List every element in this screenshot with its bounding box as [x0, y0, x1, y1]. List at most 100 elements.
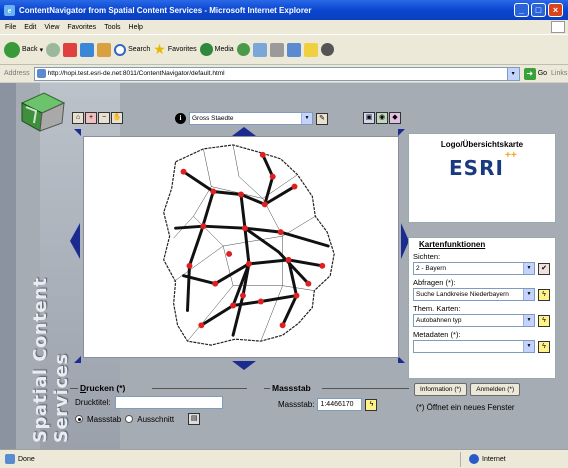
search-label: Search	[128, 46, 151, 53]
print-section: Drucken (*) Drucktitel: Massstab Ausschn…	[70, 383, 247, 425]
dropdown-icon: ▼	[523, 263, 534, 274]
stop-button[interactable]	[63, 42, 78, 57]
menu-edit[interactable]: Edit	[24, 24, 36, 31]
address-label: Address	[4, 70, 30, 77]
minimize-button[interactable]: _	[514, 3, 529, 17]
pan-southwest-arrow[interactable]	[74, 356, 81, 363]
map-view[interactable]	[83, 136, 399, 358]
massstab-radio[interactable]	[75, 415, 83, 423]
menu-file[interactable]: File	[5, 24, 16, 31]
go-label: Go	[537, 70, 548, 77]
star-icon: ★	[153, 41, 166, 57]
pan-north-arrow[interactable]	[232, 127, 256, 136]
dropdown-icon: ▼	[523, 341, 534, 352]
sichten-go-icon[interactable]: ✔	[538, 262, 550, 275]
history-button[interactable]	[236, 43, 250, 56]
go-arrow-icon: ➜	[523, 67, 536, 80]
metadaten-go-icon[interactable]: ϟ	[538, 340, 550, 353]
page-done-icon	[5, 454, 15, 464]
overview-panel: Logo/Übersichtskarte ESRI ++	[408, 133, 556, 223]
massstab-radio-label: Massstab	[87, 414, 122, 424]
info-icon[interactable]: i	[175, 113, 186, 124]
window-title: ContentNavigator from Spatial Content Se…	[19, 5, 312, 15]
close-button[interactable]: ×	[548, 3, 563, 17]
menu-help[interactable]: Help	[129, 24, 143, 31]
pan-south-arrow[interactable]	[232, 361, 256, 370]
refresh-button[interactable]	[80, 42, 95, 57]
esri-logo: ESRI	[449, 156, 504, 180]
back-arrow-icon	[4, 41, 20, 58]
links-label[interactable]: Links	[551, 70, 567, 77]
scale-go-icon[interactable]: ϟ	[365, 398, 378, 411]
pan-northeast-arrow[interactable]	[398, 129, 405, 136]
zoom-in-tool-icon[interactable]: +	[85, 112, 97, 124]
anmelden-button[interactable]: Anmelden (*)	[470, 383, 521, 396]
functions-title: Kartenfunktionen	[419, 240, 486, 249]
title-bar: e ContentNavigator from Spatial Content …	[0, 0, 568, 20]
scale-section: Massstab Massstab: 1:4466170 ϟ	[264, 383, 409, 413]
menu-favorites[interactable]: Favorites	[67, 24, 96, 31]
page-icon	[36, 69, 46, 78]
address-input[interactable]: http://hopi.test.esri-de.net:8011/Conten…	[33, 66, 520, 81]
home-button[interactable]	[97, 42, 112, 57]
full-extent-icon[interactable]: ▣	[363, 112, 375, 124]
search-button[interactable]: Search	[114, 43, 151, 56]
pan-tool-icon[interactable]: ⌂	[72, 112, 84, 124]
pan-southeast-arrow[interactable]	[398, 356, 405, 363]
printer-icon[interactable]: ▤	[188, 413, 201, 425]
print-button[interactable]	[269, 42, 284, 57]
karten-select[interactable]: Autobahnen typ ▼	[413, 314, 535, 327]
drucktitel-input[interactable]	[114, 396, 223, 409]
print-title-rest: rucken (*)	[86, 383, 126, 393]
ausschnitt-radio-label: Ausschnitt	[137, 414, 175, 424]
favorites-button[interactable]: ★ Favorites	[153, 41, 196, 58]
media-button[interactable]: Media	[199, 43, 234, 56]
metadaten-label: Metadaten (*):	[413, 330, 461, 339]
left-band	[0, 83, 16, 449]
mail-button[interactable]	[252, 42, 267, 57]
scale-input[interactable]: 1:4466170	[317, 398, 363, 411]
back-button[interactable]: Back ▾	[4, 41, 43, 58]
layer-select[interactable]: Gross Staedte ▼	[189, 112, 313, 125]
map-functions-panel: Kartenfunktionen Sichten: 2 - Bayern ▼ ✔ …	[408, 237, 556, 379]
maximize-button[interactable]: □	[531, 3, 546, 17]
layer-dropdown-icon: ▼	[301, 113, 312, 124]
back-label: Back	[22, 46, 38, 53]
sichten-select[interactable]: 2 - Bayern ▼	[413, 262, 535, 275]
overview-title: Logo/Übersichtskarte	[440, 140, 524, 149]
karten-go-icon[interactable]: ϟ	[538, 314, 550, 327]
abfragen-value: Suche Landkreise Niederbayern	[416, 291, 509, 298]
address-url: http://hopi.test.esri-de.net:8011/Conten…	[47, 70, 225, 77]
pan-west-arrow[interactable]	[70, 223, 80, 259]
karten-label: Them. Karten:	[413, 304, 461, 313]
address-bar: Address http://hopi.test.esri-de.net:801…	[0, 64, 568, 82]
right-map-tools: ▣ ◉ ◆	[363, 112, 401, 124]
side-title: Spatial Content Services	[30, 277, 72, 443]
abfragen-label: Abfragen (*):	[413, 278, 456, 287]
esri-logo-plus: ++	[505, 150, 517, 161]
go-button[interactable]: ➜ Go	[523, 67, 548, 80]
metadaten-select[interactable]: ▼	[413, 340, 535, 353]
information-button[interactable]: Information (*)	[414, 383, 468, 396]
ausschnitt-radio[interactable]	[125, 415, 134, 423]
messenger-button[interactable]	[303, 42, 318, 57]
globe-icon[interactable]: ◉	[376, 112, 388, 124]
edit-button[interactable]	[286, 42, 301, 57]
zone-text: Internet	[482, 455, 506, 463]
menu-tools[interactable]: Tools	[104, 24, 120, 31]
hand-tool-icon[interactable]: ✋	[111, 112, 123, 124]
measure-icon[interactable]: ◆	[389, 112, 401, 124]
action-buttons: Information (*) Anmelden (*)	[414, 383, 521, 396]
zoom-out-tool-icon[interactable]: −	[98, 112, 110, 124]
research-button[interactable]	[320, 43, 334, 56]
forward-button[interactable]	[46, 42, 61, 57]
status-bar: Done Internet	[0, 449, 568, 468]
abfragen-select[interactable]: Suche Landkreise Niederbayern ▼	[413, 288, 535, 301]
edit-layer-icon[interactable]: ✎	[316, 112, 328, 125]
pan-northwest-arrow[interactable]	[74, 129, 81, 136]
karten-value: Autobahnen typ	[416, 317, 462, 324]
menu-view[interactable]: View	[44, 24, 59, 31]
drucktitel-label: Drucktitel:	[75, 398, 111, 407]
abfragen-go-icon[interactable]: ϟ	[538, 288, 550, 301]
address-dropdown-icon[interactable]: ▾	[506, 67, 519, 80]
